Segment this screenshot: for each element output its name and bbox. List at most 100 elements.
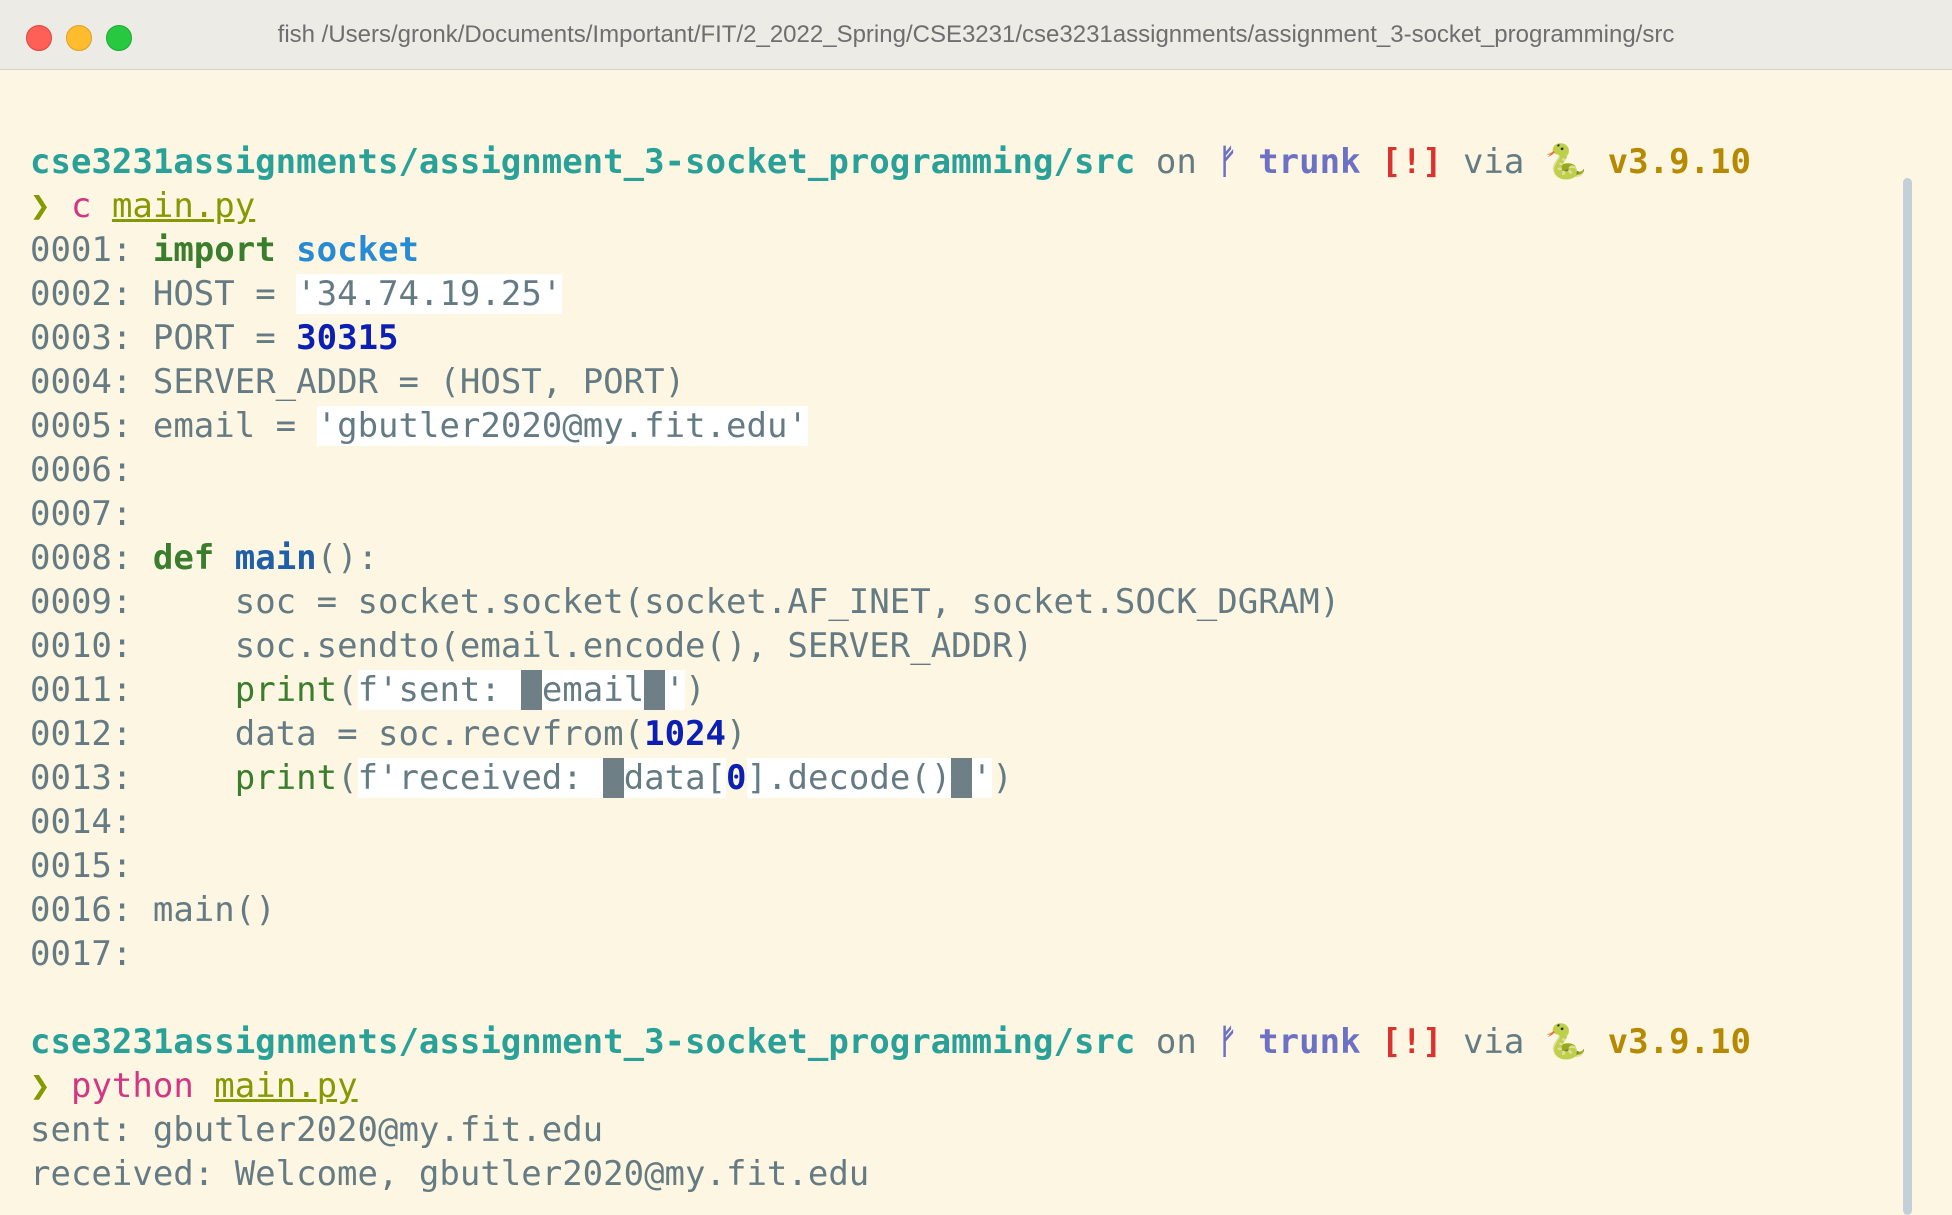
module-name: socket — [296, 230, 419, 270]
code-line: 0008: def main(): — [30, 536, 1912, 580]
line-number: 0010: — [30, 626, 133, 666]
fstring-brace: } — [951, 758, 972, 798]
line-number: 0017: — [30, 934, 133, 974]
fstring-expr: ].decode() — [746, 758, 952, 798]
code-text: soc.sendto(email.encode(), SERVER_ADDR) — [234, 626, 1034, 666]
git-branch-icon: ᚠ — [1217, 142, 1238, 182]
line-number: 0013: — [30, 758, 133, 798]
terminal-window: fish /Users/gronk/Documents/Important/FI… — [0, 0, 1952, 1215]
code-text: SERVER_ADDR = (HOST, PORT) — [152, 362, 686, 402]
keyword: import — [152, 230, 276, 270]
prompt-on: on — [1155, 142, 1197, 182]
paren: ) — [685, 670, 706, 710]
line-number: 0015: — [30, 846, 133, 886]
command-name: python — [70, 1066, 194, 1106]
operator: = — [234, 318, 297, 358]
fstring-brace: } — [644, 670, 665, 710]
code-line: 0001: import socket — [30, 228, 1912, 272]
snake-icon: 🐍 — [1544, 1022, 1588, 1062]
fstring-expr: email — [541, 670, 645, 710]
code-line: 0011: print(f'sent: {email}') — [30, 668, 1912, 712]
fstring-expr: data[ — [623, 758, 727, 798]
number-literal: 0 — [726, 758, 747, 798]
code-line: 0002: HOST = '34.74.19.25' — [30, 272, 1912, 316]
code-line: 0012: data = soc.recvfrom(1024) — [30, 712, 1912, 756]
fstring-brace: { — [521, 670, 542, 710]
command-arg: main.py — [214, 1066, 358, 1106]
code-line: 0009: soc = socket.socket(socket.AF_INET… — [30, 580, 1912, 624]
prompt-arrow-icon: ❯ — [30, 1066, 51, 1106]
code-line: 0013: print(f'received: {data[0].decode(… — [30, 756, 1912, 800]
number-literal: 1024 — [644, 714, 727, 754]
prompt-arrow-icon: ❯ — [30, 186, 51, 226]
prompt-line: cse3231assignments/assignment_3-socket_p… — [30, 140, 1912, 184]
code-text: soc = socket.socket(socket.AF_INET, sock… — [234, 582, 1341, 622]
line-number: 0014: — [30, 802, 133, 842]
code-text: (): — [316, 538, 379, 578]
paren: ( — [337, 670, 358, 710]
prompt-status: [!] — [1381, 1022, 1443, 1062]
code-line: 0017: — [30, 932, 1912, 976]
line-number: 0006: — [30, 450, 133, 490]
string-literal: 'gbutler2020@my.fit.edu' — [316, 406, 808, 446]
builtin-function: print — [234, 758, 338, 798]
code-line: 0010: soc.sendto(email.encode(), SERVER_… — [30, 624, 1912, 668]
prompt-via: via — [1462, 1022, 1525, 1062]
prompt-version: v3.9.10 — [1607, 1022, 1751, 1062]
line-number: 0005: — [30, 406, 133, 446]
fstring-literal: f'received: — [357, 758, 604, 798]
identifier: HOST — [152, 274, 235, 314]
prompt-version: v3.9.10 — [1607, 142, 1751, 182]
paren: ) — [992, 758, 1013, 798]
line-number: 0009: — [30, 582, 133, 622]
prompt-path: cse3231assignments/assignment_3-socket_p… — [30, 142, 1136, 182]
code-line: 0007: — [30, 492, 1912, 536]
operator: = — [255, 406, 317, 446]
code-line: 0016: main() — [30, 888, 1912, 932]
prompt-branch: trunk — [1258, 1022, 1361, 1062]
paren: ) — [726, 714, 747, 754]
fstring-literal: ' — [971, 758, 993, 798]
keyword: def — [152, 538, 215, 578]
output-line: sent: gbutler2020@my.fit.edu — [30, 1110, 604, 1150]
operator: = — [234, 274, 297, 314]
identifier: email — [152, 406, 256, 446]
prompt-line: cse3231assignments/assignment_3-socket_p… — [30, 1020, 1912, 1064]
output-line: received: Welcome, gbutler2020@my.fit.ed… — [30, 1154, 870, 1194]
string-literal: '34.74.19.25' — [296, 274, 563, 314]
fstring-brace: { — [603, 758, 624, 798]
command-arg: main.py — [111, 186, 256, 226]
command-line: ❯ python main.py — [30, 1064, 1912, 1108]
scrollbar[interactable] — [1903, 178, 1912, 1215]
snake-icon: 🐍 — [1544, 142, 1588, 182]
identifier: PORT — [152, 318, 235, 358]
line-number: 0007: — [30, 494, 133, 534]
code-line: 0014: — [30, 800, 1912, 844]
line-number: 0004: — [30, 362, 133, 402]
prompt-status: [!] — [1381, 142, 1443, 182]
code-line: 0003: PORT = 30315 — [30, 316, 1912, 360]
code-text: main() — [152, 890, 276, 930]
terminal-content[interactable]: cse3231assignments/assignment_3-socket_p… — [30, 140, 1912, 1196]
line-number: 0001: — [30, 230, 133, 270]
line-number: 0012: — [30, 714, 133, 754]
line-number: 0002: — [30, 274, 133, 314]
prompt-branch: trunk — [1258, 142, 1361, 182]
git-branch-icon: ᚠ — [1217, 1022, 1238, 1062]
function-name: main — [234, 538, 317, 578]
window-title: fish /Users/gronk/Documents/Important/FI… — [277, 21, 1675, 48]
code-line: 0015: — [30, 844, 1912, 888]
fstring-literal: f'sent: — [357, 670, 522, 710]
line-number: 0016: — [30, 890, 133, 930]
number-literal: 30315 — [296, 318, 399, 358]
code-text: data = soc.recvfrom( — [234, 714, 645, 754]
line-number: 0003: — [30, 318, 133, 358]
prompt-path: cse3231assignments/assignment_3-socket_p… — [30, 1022, 1136, 1062]
builtin-function: print — [234, 670, 338, 710]
code-line: 0005: email = 'gbutler2020@my.fit.edu' — [30, 404, 1912, 448]
command-line: ❯ c main.py — [30, 184, 1912, 228]
title-bar[interactable]: fish /Users/gronk/Documents/Important/FI… — [0, 0, 1952, 70]
paren: ( — [337, 758, 358, 798]
prompt-on: on — [1155, 1022, 1197, 1062]
